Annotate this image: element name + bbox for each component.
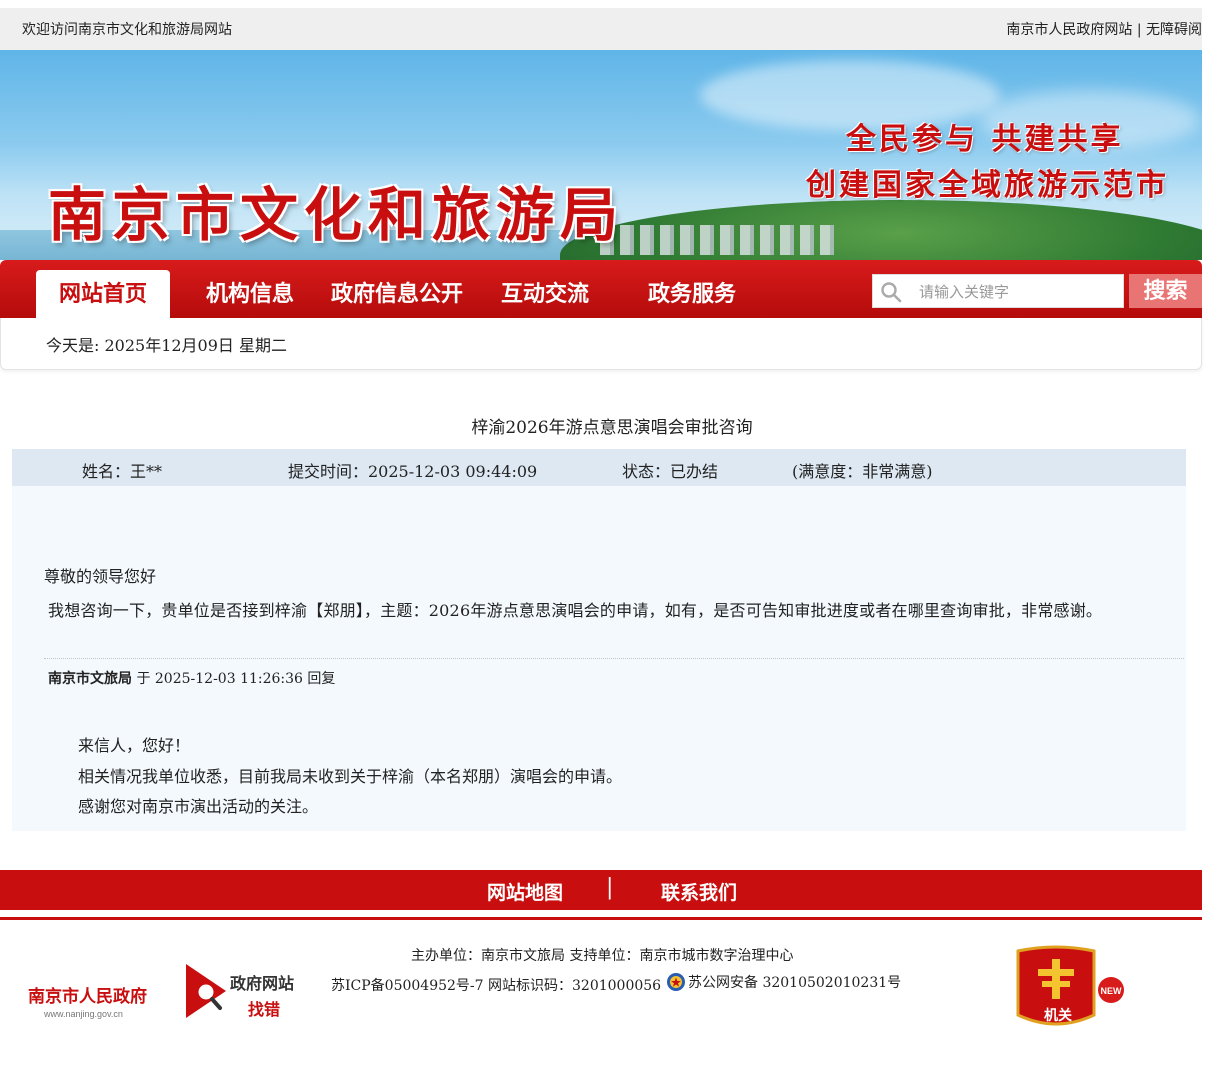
letter-content: 尊敬的领导您好 我想咨询一下，贵单位是否接到梓渝【郑朋】，主题：2026年游点意…: [12, 486, 1186, 831]
police-badge-icon: [667, 973, 685, 991]
site-title: 南京市文化和旅游局: [48, 181, 625, 249]
gov-site-logo-line1: 政府网站: [230, 974, 295, 993]
magnifier-icon: [186, 964, 226, 1018]
gov-site-error-report-logo[interactable]: 政府网站 找错: [186, 962, 311, 1020]
reply-line: 来信人，您好！: [78, 736, 191, 755]
tab-organization[interactable]: 机构信息: [194, 270, 306, 318]
tab-gov-info[interactable]: 政府信息公开: [326, 270, 468, 318]
letter-status: 状态：已办结: [622, 462, 719, 481]
footer-police-text: 苏公网安备 32010502010231号: [688, 975, 902, 991]
letter-satisfaction: (满意度：非常满意): [792, 462, 933, 481]
reply-header: 南京市文旅局 于 2025-12-03 11:26:36 回复: [48, 668, 335, 688]
main-nav: 网站首页 机构信息 政府信息公开 互动交流 政务服务 搜索: [0, 260, 1202, 318]
footer-divider: [0, 917, 1202, 920]
letter-body: 我想咨询一下，贵单位是否接到梓渝【郑朋】，主题：2026年游点意思演唱会的申请，…: [48, 601, 1103, 620]
top-bar: 欢迎访问南京市文化和旅游局网站 南京市人民政府网站 | 无障碍阅: [0, 8, 1202, 50]
search-icon: [881, 282, 902, 303]
reply-time: 于 2025-12-03 11:26:36 回复: [132, 671, 336, 687]
divider: [44, 658, 1184, 659]
letter-greeting: 尊敬的领导您好: [44, 567, 157, 586]
reply-line: 相关情况我单位收悉，目前我局未收到关于梓渝（本名郑朋）演唱会的申请。: [78, 767, 623, 786]
letter-submit-time: 提交时间：2025-12-03 09:44:09: [288, 462, 538, 481]
nanjing-gov-logo-title: 南京市人民政府: [28, 987, 147, 1006]
banner-skyline: [600, 225, 840, 255]
footer-link-sitemap[interactable]: 网站地图: [487, 878, 563, 905]
new-badge-text: NEW: [1101, 986, 1123, 996]
nanjing-gov-logo[interactable]: 南京市人民政府 www.nanjing.gov.cn: [28, 982, 158, 1022]
tab-services[interactable]: 政务服务: [636, 270, 748, 318]
footer-nav: 网站地图 | 联系我们: [0, 870, 1202, 910]
letter-title: 梓渝2026年游点意思演唱会审批咨询: [471, 418, 753, 438]
site-banner: 南京市文化和旅游局 全民参与 共建共享 创建国家全域旅游示范市: [0, 50, 1202, 260]
nanjing-gov-logo-url: www.nanjing.gov.cn: [44, 1009, 123, 1019]
reply-org: 南京市文旅局: [48, 671, 132, 687]
reply-line: 感谢您对南京市演出活动的关注。: [78, 797, 319, 816]
welcome-text: 欢迎访问南京市文化和旅游局网站: [22, 22, 232, 38]
organ-emblem-logo[interactable]: 机关 NEW: [1012, 945, 1132, 1030]
letter-author: 姓名：王**: [82, 462, 163, 481]
tab-home[interactable]: 网站首页: [36, 270, 170, 318]
tab-interaction[interactable]: 互动交流: [490, 270, 600, 318]
organ-emblem-label: 机关: [1044, 1008, 1072, 1024]
footer-link-contact[interactable]: 联系我们: [661, 878, 737, 905]
date-bar: 今天是: 2025年12月09日 星期二: [0, 318, 1202, 370]
letter-meta: 姓名：王** 提交时间：2025-12-03 09:44:09 状态：已办结 (…: [12, 449, 1186, 486]
search-box: [872, 274, 1124, 308]
footer-police[interactable]: 苏公网安备 32010502010231号: [666, 972, 901, 992]
new-badge-icon: NEW: [1098, 977, 1124, 1003]
search-input[interactable]: [917, 279, 1117, 305]
search-button[interactable]: 搜索: [1129, 274, 1202, 308]
gov-site-logo-line2: 找错: [248, 1000, 281, 1019]
banner-slogan: 全民参与 共建共享: [846, 122, 1124, 157]
footer-separator: |: [606, 875, 614, 900]
banner-slogan: 创建国家全域旅游示范市: [806, 168, 1169, 203]
footer-icp[interactable]: 苏ICP备05004952号-7 网站标识码：3201000056: [331, 975, 661, 995]
footer-host: 主办单位：南京市文旅局 支持单位：南京市城市数字治理中心: [411, 948, 794, 964]
top-links[interactable]: 南京市人民政府网站 | 无障碍阅: [1006, 19, 1202, 39]
current-date: 今天是: 2025年12月09日 星期二: [46, 336, 288, 355]
